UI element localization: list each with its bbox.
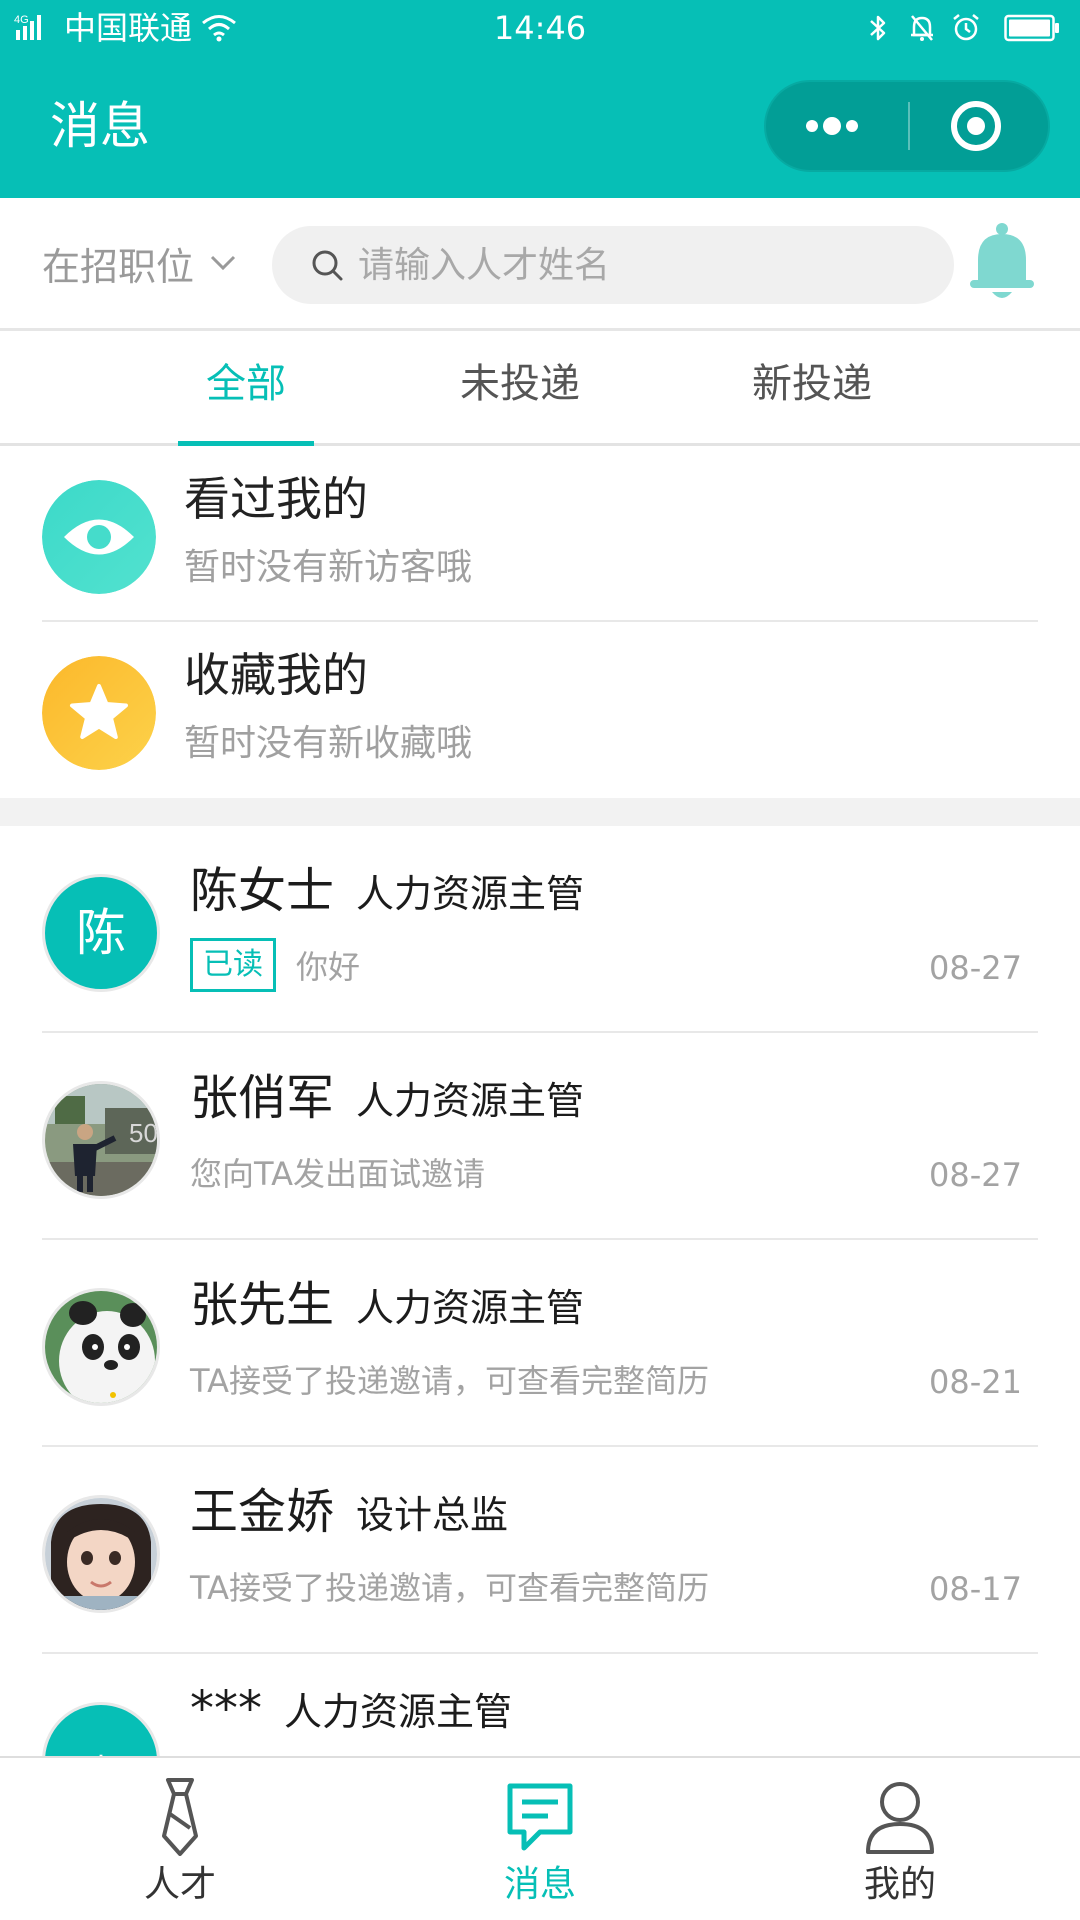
messages-page: 4G 中国联通 14:46 消息 在招职位 请输入人才姓名 全部 未投递 新投递… (0, 0, 1080, 1920)
search-box (272, 226, 954, 304)
mini-program-capsule (764, 80, 1050, 172)
close-button[interactable] (910, 82, 1048, 170)
search-row: 在招职位 (0, 198, 1080, 331)
message-line: 已读 你好 (190, 938, 361, 992)
tab-all[interactable]: 全部 (178, 331, 314, 443)
mute-bell-icon (911, 15, 933, 41)
notice-subtitle: 暂时没有新收藏哦 (184, 723, 473, 764)
conversation-row[interactable]: 张先生 人力资源主管 TA接受了投递邀请，可查看完整简历 08-21 (0, 1240, 1080, 1447)
job-filter-dropdown[interactable]: 在招职位 (42, 234, 238, 292)
svg-text:50: 50 (129, 1118, 157, 1148)
message-date: 08-21 (929, 1363, 1022, 1401)
bluetooth-icon (870, 15, 886, 41)
nav-talent[interactable]: 人才 (80, 1758, 280, 1920)
tab-new-applied[interactable]: 新投递 (732, 331, 892, 443)
conversation-row[interactable]: 50 张俏军 人力资源主管 您向TA发出面试邀请 08-27 (0, 1033, 1080, 1240)
message-line: 您向TA发出面试邀请 (190, 1147, 485, 1197)
avatar: 陈 (42, 874, 160, 992)
tab-not-applied[interactable]: 未投递 (440, 331, 600, 443)
nav-label: 人才 (143, 1864, 216, 1905)
contact-job-title: 人力资源主管 (284, 1690, 513, 1734)
header-band: 4G 中国联通 14:46 消息 (0, 0, 1080, 198)
notice-subtitle: 暂时没有新访客哦 (184, 547, 473, 588)
contact-job-title: 人力资源主管 (356, 1079, 585, 1123)
job-filter-label: 在招职位 (42, 244, 195, 289)
contact-name: 张先生 (190, 1277, 335, 1333)
conversation-row[interactable]: * *** 人力资源主管 (0, 1654, 1080, 1756)
contact-name-line: 张先生 人力资源主管 (190, 1274, 584, 1339)
message-line: TA接受了投递邀请，可查看完整简历 (190, 1354, 709, 1404)
notice-title: 看过我的 (184, 472, 368, 526)
contact-name-line: 陈女士 人力资源主管 (190, 860, 584, 925)
avatar-photo-man: 50 (45, 1084, 157, 1196)
status-bar: 4G 中国联通 14:46 (0, 0, 1080, 58)
contact-name: *** (190, 1681, 262, 1737)
contact-name: 陈女士 (190, 863, 335, 919)
more-button[interactable] (766, 82, 908, 170)
target-close-icon (951, 101, 1001, 151)
message-date: 08-27 (929, 1156, 1022, 1194)
message-preview: TA接受了投递邀请，可查看完整简历 (190, 1569, 709, 1607)
bottom-nav: 人才 消息 我的 (0, 1756, 1080, 1920)
tie-icon (162, 1778, 198, 1856)
message-line: TA接受了投递邀请，可查看完整简历 (190, 1561, 709, 1611)
more-dots-icon (806, 117, 858, 135)
contact-name: 张俏军 (190, 1070, 335, 1126)
message-preview: TA接受了投递邀请，可查看完整简历 (190, 1362, 709, 1400)
alarm-icon (953, 14, 979, 41)
viewed-me-row[interactable]: 看过我的 暂时没有新访客哦 (0, 446, 1080, 622)
conversation-row[interactable]: 王金娇 设计总监 TA接受了投递邀请，可查看完整简历 08-17 (0, 1447, 1080, 1654)
section-gap (0, 798, 1080, 826)
contact-name-line: 王金娇 设计总监 (190, 1481, 508, 1546)
filter-tabs: 全部 未投递 新投递 (0, 331, 1080, 446)
conversation-row[interactable]: 陈 陈女士 人力资源主管 已读 你好 08-27 (0, 826, 1080, 1033)
contact-name-line: *** 人力资源主管 (190, 1678, 512, 1743)
avatar-panda (45, 1291, 157, 1403)
read-badge: 已读 (190, 938, 276, 992)
notice-title: 收藏我的 (184, 648, 368, 702)
avatar: * (42, 1702, 160, 1756)
person-icon (866, 1782, 934, 1854)
chat-icon (507, 1783, 573, 1851)
contact-job-title: 设计总监 (356, 1493, 509, 1537)
favorited-me-row[interactable]: 收藏我的 暂时没有新收藏哦 (0, 622, 1080, 798)
nav-messages[interactable]: 消息 (440, 1758, 640, 1920)
title-bar: 消息 (0, 58, 1080, 198)
nav-mine[interactable]: 我的 (800, 1758, 1000, 1920)
contact-name-line: 张俏军 人力资源主管 (190, 1067, 584, 1132)
conversation-list: 陈 陈女士 人力资源主管 已读 你好 08-27 50 张俏军 人力资源主管 您… (0, 826, 1080, 1756)
notice-section: 看过我的 暂时没有新访客哦 收藏我的 暂时没有新收藏哦 (0, 446, 1080, 798)
contact-job-title: 人力资源主管 (356, 872, 585, 916)
avatar (42, 1495, 160, 1613)
message-preview: 你好 (296, 948, 361, 986)
message-date: 08-27 (929, 949, 1022, 987)
star-icon (42, 656, 156, 770)
chevron-down-icon (210, 255, 236, 271)
search-icon (312, 250, 343, 281)
avatar (42, 1288, 160, 1406)
contact-job-title: 人力资源主管 (356, 1286, 585, 1330)
avatar: 50 (42, 1081, 160, 1199)
message-date: 08-17 (929, 1570, 1022, 1608)
page-title: 消息 (50, 97, 150, 155)
contact-name: 王金娇 (190, 1484, 335, 1540)
search-input[interactable] (358, 226, 918, 304)
battery-icon (1004, 14, 1059, 42)
message-preview: 您向TA发出面试邀请 (190, 1155, 485, 1193)
eye-icon (42, 480, 156, 594)
avatar-photo-girl (45, 1498, 157, 1610)
status-icons (850, 10, 1060, 46)
nav-label: 消息 (503, 1864, 576, 1905)
bell-icon[interactable] (966, 220, 1038, 304)
nav-label: 我的 (863, 1864, 936, 1905)
